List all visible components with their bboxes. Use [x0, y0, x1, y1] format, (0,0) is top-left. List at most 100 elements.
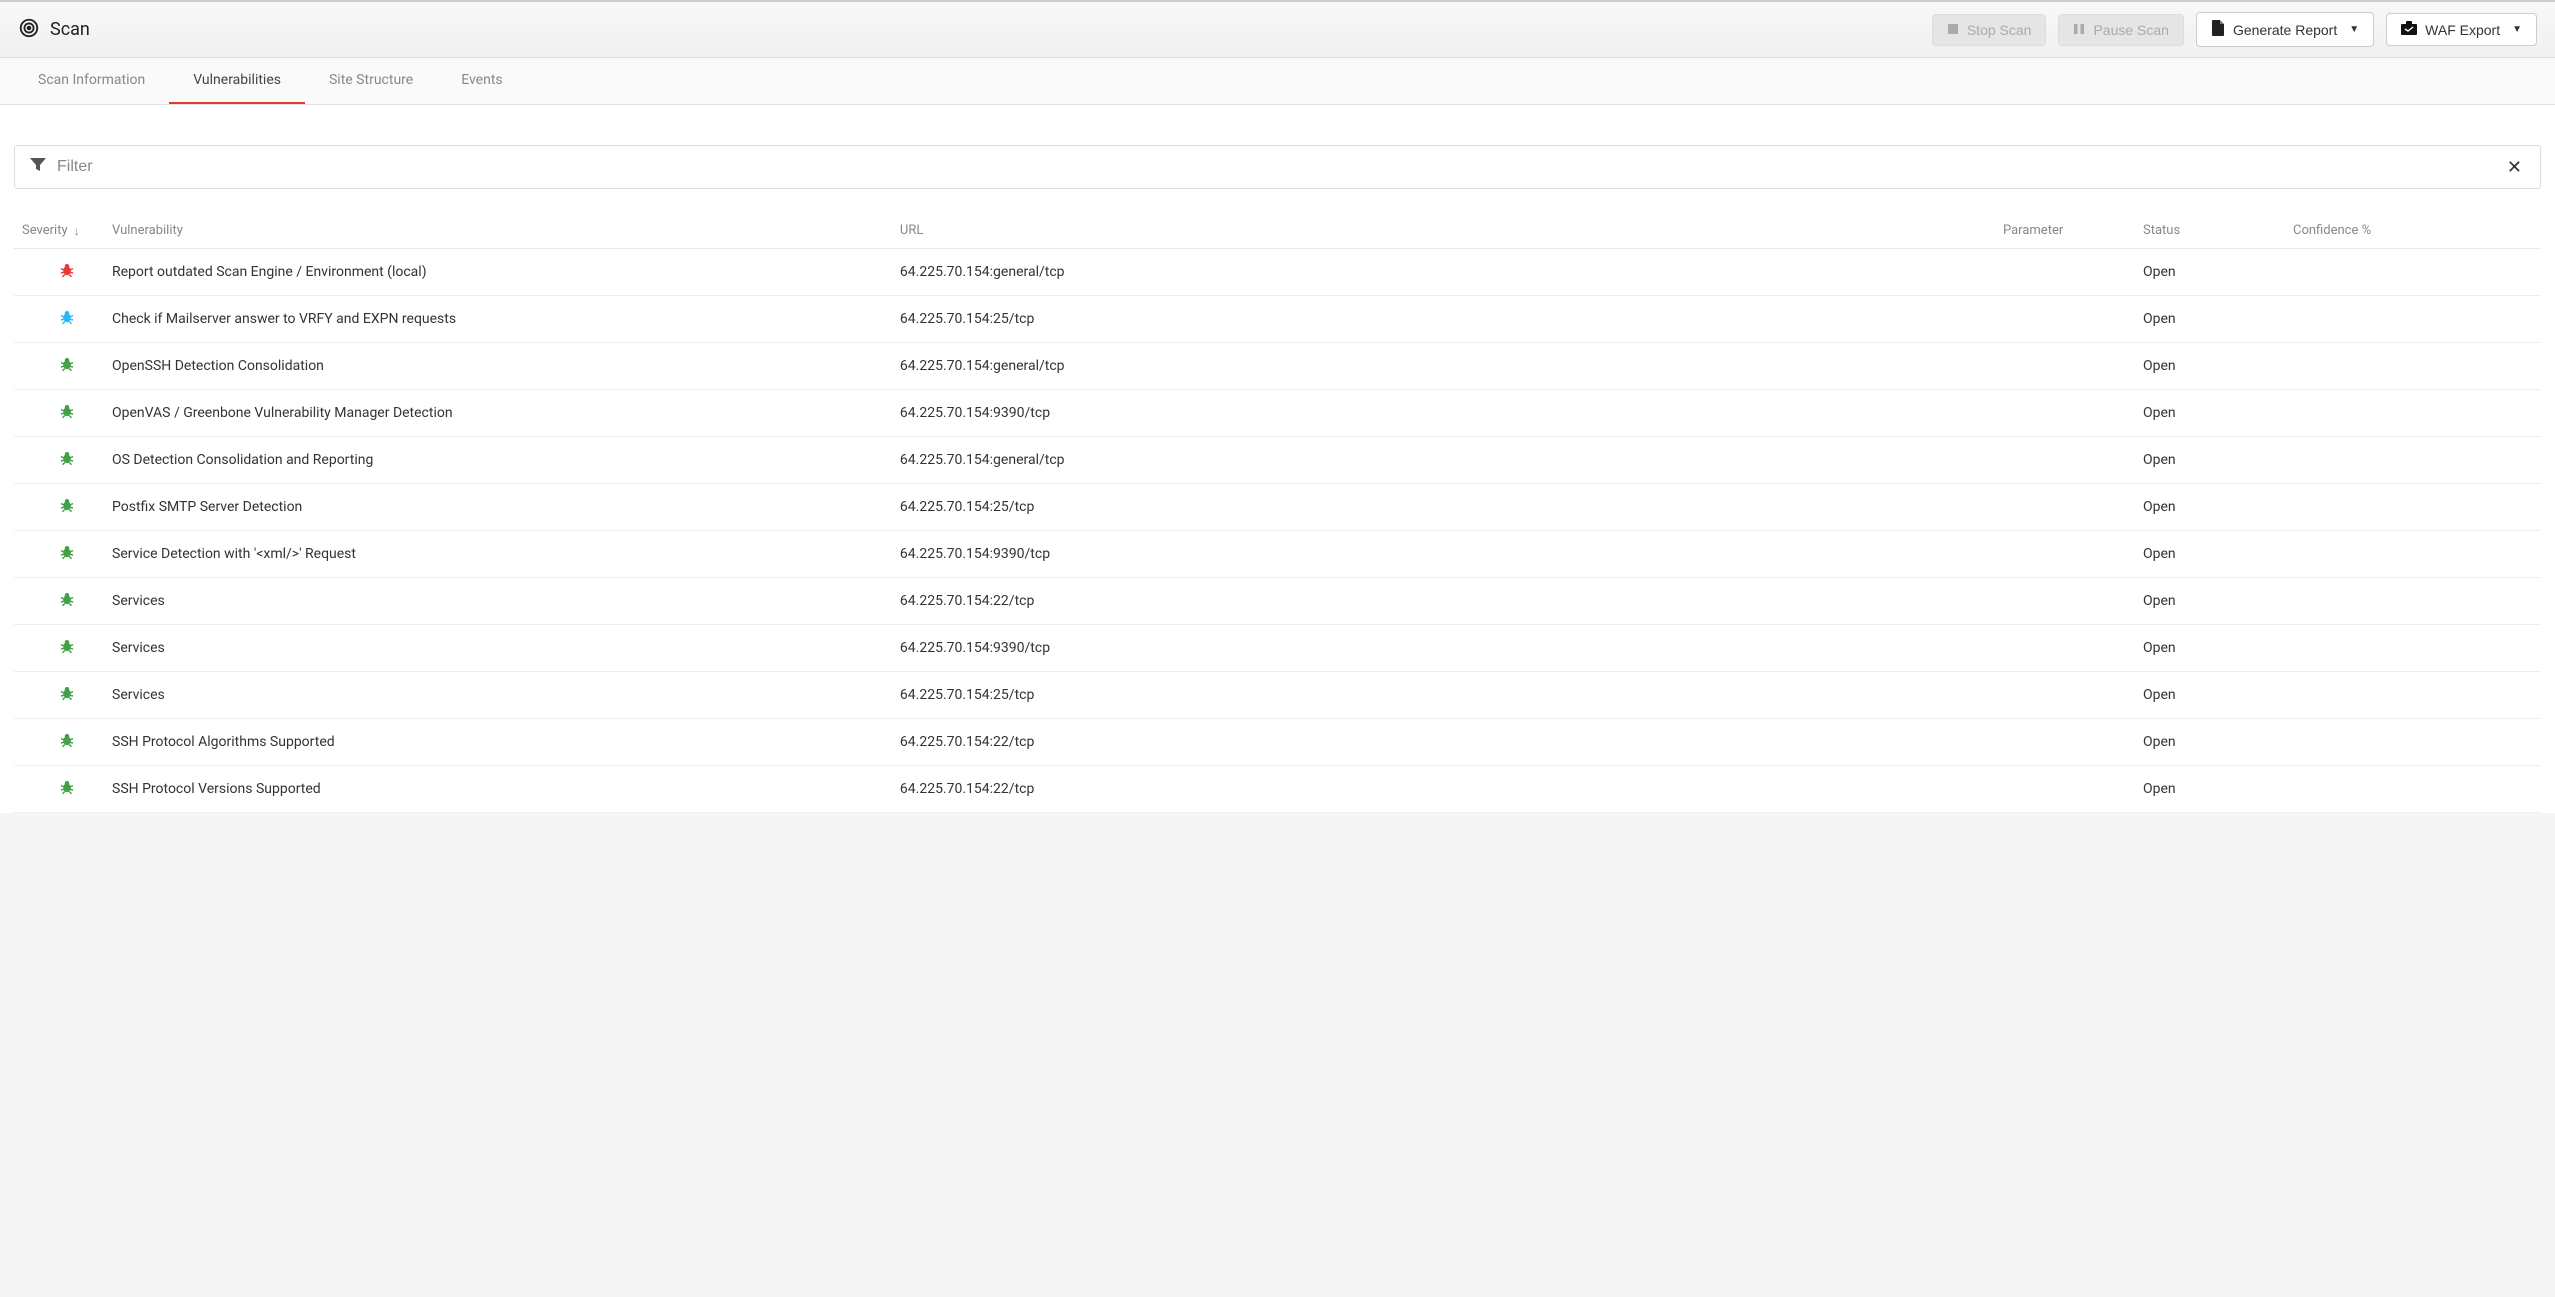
pause-scan-button: Pause Scan [2058, 14, 2184, 46]
chevron-down-icon: ▼ [2512, 24, 2522, 35]
bug-icon [58, 778, 76, 800]
col-url[interactable]: URL [900, 223, 2003, 238]
col-url-label: URL [900, 223, 923, 238]
table-row[interactable]: Services64.225.70.154:22/tcp Open [14, 578, 2541, 625]
vulnerability-cell: OpenVAS / Greenbone Vulnerability Manage… [112, 405, 900, 421]
url-cell: 64.225.70.154:22/tcp [900, 734, 2003, 750]
bug-icon [58, 496, 76, 518]
col-severity-label: Severity [22, 223, 68, 238]
col-vulnerability[interactable]: Vulnerability [112, 223, 900, 238]
table-row[interactable]: SSH Protocol Versions Supported64.225.70… [14, 766, 2541, 813]
table-row[interactable]: Services64.225.70.154:25/tcp Open [14, 672, 2541, 719]
content-area: ✕ Severity ↓ Vulnerability URL Parameter… [0, 105, 2555, 813]
bug-icon [58, 261, 76, 283]
url-cell: 64.225.70.154:25/tcp [900, 687, 2003, 703]
stop-scan-button: Stop Scan [1932, 14, 2047, 46]
table-row[interactable]: Services64.225.70.154:9390/tcp Open [14, 625, 2541, 672]
header-actions: Stop Scan Pause Scan Generate Report ▼ W… [1932, 12, 2537, 47]
generate-report-button[interactable]: Generate Report ▼ [2196, 12, 2374, 47]
severity-cell [22, 731, 112, 753]
vulnerability-cell: Report outdated Scan Engine / Environmen… [112, 264, 900, 280]
tab-events[interactable]: Events [437, 58, 526, 104]
document-icon [2211, 20, 2225, 39]
url-cell: 64.225.70.154:general/tcp [900, 452, 2003, 468]
col-vuln-label: Vulnerability [112, 223, 183, 238]
url-cell: 64.225.70.154:9390/tcp [900, 640, 2003, 656]
waf-export-button[interactable]: WAF Export ▼ [2386, 13, 2537, 46]
table-row[interactable]: Service Detection with '<xml/>' Request6… [14, 531, 2541, 578]
bug-icon [58, 590, 76, 612]
table-row[interactable]: SSH Protocol Algorithms Supported64.225.… [14, 719, 2541, 766]
col-status-label: Status [2143, 223, 2180, 238]
tab-vulnerabilities[interactable]: Vulnerabilities [169, 58, 305, 104]
tab-scan-information[interactable]: Scan Information [14, 58, 169, 104]
status-cell: Open [2143, 264, 2293, 280]
severity-cell [22, 543, 112, 565]
vulnerability-cell: Postfix SMTP Server Detection [112, 499, 900, 515]
col-confidence[interactable]: Confidence % [2293, 223, 2533, 238]
table-row[interactable]: OS Detection Consolidation and Reporting… [14, 437, 2541, 484]
status-cell: Open [2143, 358, 2293, 374]
target-icon [18, 17, 40, 43]
filter-icon [29, 156, 47, 178]
table-row[interactable]: OpenSSH Detection Consolidation64.225.70… [14, 343, 2541, 390]
col-parameter[interactable]: Parameter [2003, 223, 2143, 238]
generate-report-label: Generate Report [2233, 22, 2337, 38]
table-row[interactable]: Report outdated Scan Engine / Environmen… [14, 249, 2541, 296]
col-status[interactable]: Status [2143, 223, 2293, 238]
severity-cell [22, 308, 112, 330]
table-header: Severity ↓ Vulnerability URL Parameter S… [14, 213, 2541, 249]
vulnerability-cell: Services [112, 593, 900, 609]
waf-export-label: WAF Export [2425, 22, 2500, 38]
chevron-down-icon: ▼ [2349, 24, 2359, 35]
tab-site-structure[interactable]: Site Structure [305, 58, 437, 104]
status-cell: Open [2143, 499, 2293, 515]
vulnerability-cell: Check if Mailserver answer to VRFY and E… [112, 311, 900, 327]
col-param-label: Parameter [2003, 223, 2063, 238]
severity-cell [22, 496, 112, 518]
vulnerability-cell: Service Detection with '<xml/>' Request [112, 546, 900, 562]
vulnerability-cell: Services [112, 687, 900, 703]
url-cell: 64.225.70.154:25/tcp [900, 499, 2003, 515]
severity-cell [22, 684, 112, 706]
bug-icon [58, 308, 76, 330]
header-bar: Scan Stop Scan Pause Scan Generate Repor… [0, 0, 2555, 58]
pause-scan-label: Pause Scan [2093, 22, 2169, 38]
severity-cell [22, 637, 112, 659]
status-cell: Open [2143, 734, 2293, 750]
filter-box[interactable]: ✕ [14, 145, 2541, 189]
url-cell: 64.225.70.154:9390/tcp [900, 546, 2003, 562]
severity-cell [22, 261, 112, 283]
table-row[interactable]: Check if Mailserver answer to VRFY and E… [14, 296, 2541, 343]
close-icon[interactable]: ✕ [2503, 157, 2526, 178]
col-severity[interactable]: Severity ↓ [22, 223, 112, 238]
status-cell: Open [2143, 781, 2293, 797]
filter-input[interactable] [57, 158, 2503, 176]
severity-cell [22, 355, 112, 377]
bug-icon [58, 402, 76, 424]
status-cell: Open [2143, 640, 2293, 656]
status-cell: Open [2143, 311, 2293, 327]
stop-icon [1947, 22, 1959, 38]
pause-icon [2073, 22, 2085, 38]
severity-cell [22, 402, 112, 424]
table-row[interactable]: Postfix SMTP Server Detection64.225.70.1… [14, 484, 2541, 531]
bug-icon [58, 637, 76, 659]
briefcase-icon [2401, 21, 2417, 38]
url-cell: 64.225.70.154:22/tcp [900, 593, 2003, 609]
status-cell: Open [2143, 405, 2293, 421]
col-conf-label: Confidence % [2293, 223, 2371, 238]
table-row[interactable]: OpenVAS / Greenbone Vulnerability Manage… [14, 390, 2541, 437]
status-cell: Open [2143, 593, 2293, 609]
url-cell: 64.225.70.154:general/tcp [900, 264, 2003, 280]
status-cell: Open [2143, 546, 2293, 562]
vulnerability-cell: Services [112, 640, 900, 656]
header-left: Scan [18, 17, 90, 43]
bug-icon [58, 449, 76, 471]
vulnerability-cell: OpenSSH Detection Consolidation [112, 358, 900, 374]
severity-cell [22, 449, 112, 471]
vulnerability-cell: SSH Protocol Versions Supported [112, 781, 900, 797]
status-cell: Open [2143, 687, 2293, 703]
url-cell: 64.225.70.154:general/tcp [900, 358, 2003, 374]
vulnerability-cell: OS Detection Consolidation and Reporting [112, 452, 900, 468]
